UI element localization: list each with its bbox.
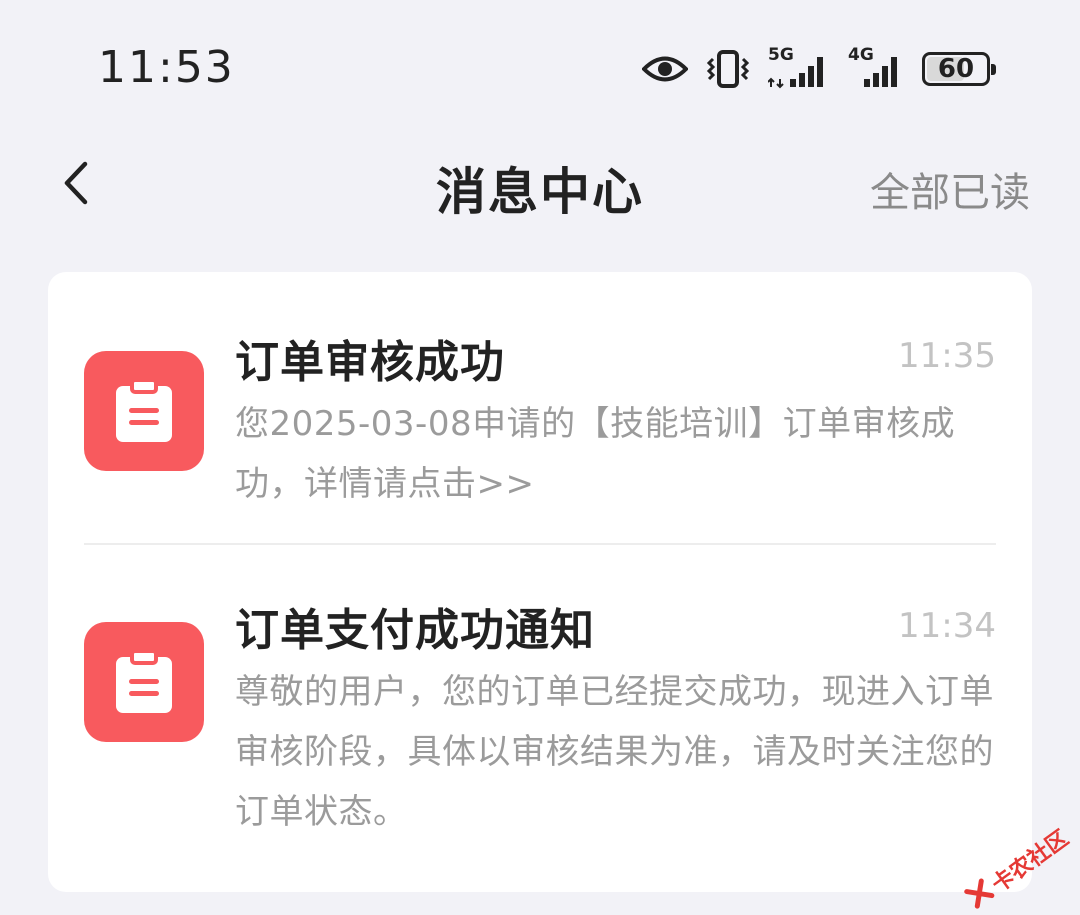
mark-all-read-button[interactable]: 全部已读 [870, 160, 1030, 218]
message-title: 订单支付成功通知 [235, 605, 595, 656]
eye-icon [642, 54, 688, 84]
vibrate-icon [706, 49, 750, 89]
net-5g-label: 5G [768, 45, 794, 65]
message-time: 11:35 [898, 336, 996, 376]
signal-5g-icon: 5G [768, 45, 830, 89]
message-body: 尊敬的用户，您的订单已经提交成功，现进入订单审核阶段，具体以审核结果为准，请及时… [235, 672, 994, 832]
battery-icon: 60 [922, 52, 996, 86]
status-icons: 5G 4G 60 [642, 44, 996, 94]
nav-bar: 消息中心 全部已读 [0, 130, 1080, 240]
message-title: 订单审核成功 [235, 337, 505, 388]
status-bar: 11:53 5G 4G 60 [0, 0, 1080, 130]
clipboard-icon [84, 351, 204, 471]
message-item[interactable]: 订单支付成功通知 11:34 尊敬的用户，您的订单已经提交成功，现进入订单审核阶… [48, 544, 1032, 864]
message-list: 订单审核成功 11:35 您2025-03-08申请的【技能培训】订单审核成功，… [48, 272, 1032, 892]
message-item[interactable]: 订单审核成功 11:35 您2025-03-08申请的【技能培训】订单审核成功，… [48, 272, 1032, 545]
clipboard-icon [84, 622, 204, 742]
message-body[interactable]: 您2025-03-08申请的【技能培训】订单审核成功，详情请点击>> [235, 394, 1005, 514]
battery-level: 60 [937, 54, 975, 84]
status-time: 11:53 [98, 42, 235, 93]
signal-4g-icon: 4G [848, 45, 904, 89]
message-time: 11:34 [898, 606, 996, 646]
net-4g-label: 4G [848, 45, 874, 65]
